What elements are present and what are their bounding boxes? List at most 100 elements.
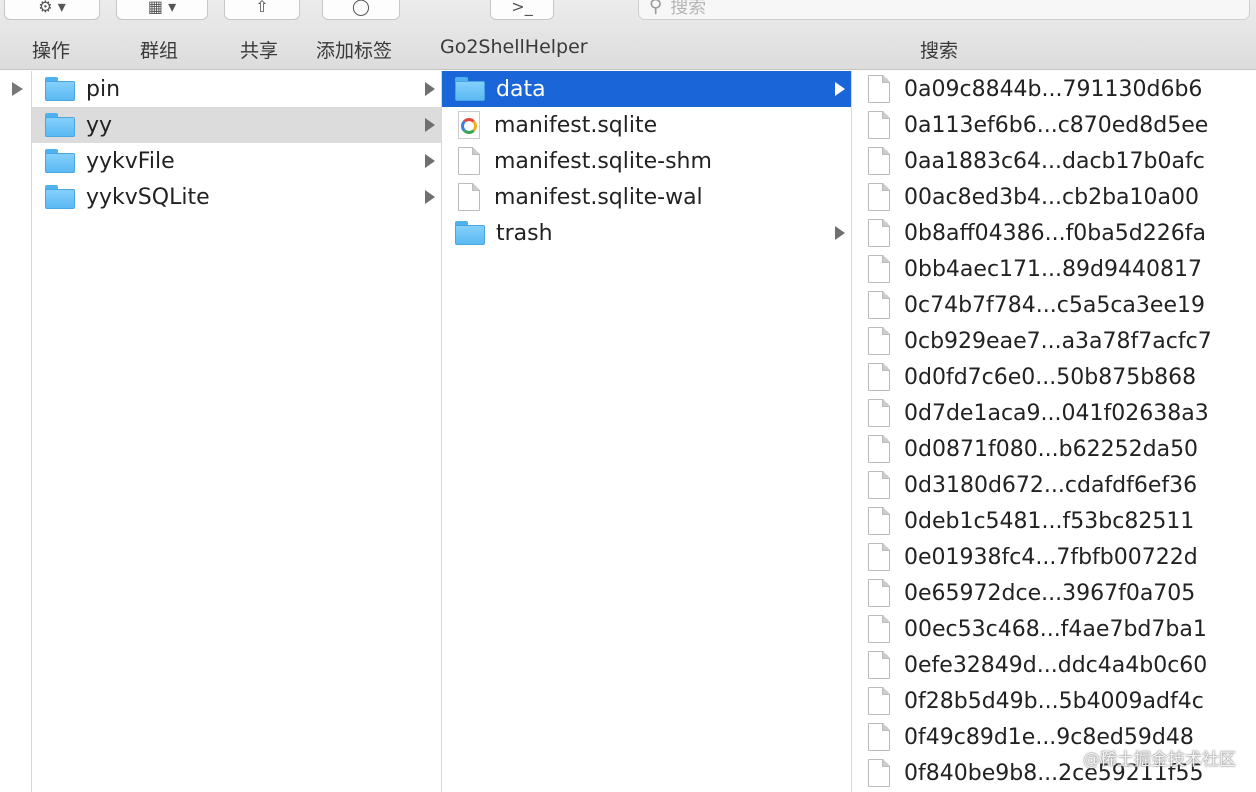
item-name: 0e01938fc4...7fbfb00722d — [904, 544, 1198, 570]
item-name: manifest.sqlite-shm — [494, 148, 712, 174]
list-item[interactable]: pin — [32, 71, 441, 107]
document-icon — [868, 219, 890, 247]
document-icon — [868, 111, 890, 139]
column-3: 0a09c8844b...791130d6b6 0a113ef6b6...c87… — [852, 71, 1256, 792]
search-label: 搜索 — [920, 40, 959, 62]
document-icon — [458, 183, 480, 211]
search-field[interactable]: ⚲ 搜索 — [638, 0, 1250, 20]
gear-icon: ⚙ ▾ — [38, 0, 66, 16]
document-icon — [868, 723, 890, 751]
list-item[interactable]: trash — [442, 215, 851, 251]
list-item[interactable]: 0e65972dce...3967f0a705 — [852, 575, 1256, 611]
list-item[interactable]: manifest.sqlite — [442, 107, 851, 143]
document-icon — [868, 399, 890, 427]
document-icon — [868, 759, 890, 787]
share-icon: ⇧ — [255, 0, 269, 16]
document-icon — [868, 579, 890, 607]
document-icon — [868, 687, 890, 715]
list-item[interactable]: 0a09c8844b...791130d6b6 — [852, 71, 1256, 107]
list-item[interactable]: 0d3180d672...cdafdf6ef36 — [852, 467, 1256, 503]
chevron-right-icon — [425, 82, 435, 96]
folder-icon — [44, 113, 76, 137]
add-tag-button[interactable]: ◯ — [322, 0, 400, 20]
list-item[interactable]: yy — [32, 107, 441, 143]
folder-icon — [44, 185, 76, 209]
search-icon: ⚲ — [649, 0, 663, 17]
item-name: 0b8aff04386...f0ba5d226fa — [904, 220, 1206, 246]
chevron-right-icon — [425, 118, 435, 132]
item-name: 0d0871f080...b62252da50 — [904, 436, 1199, 462]
item-name: manifest.sqlite-wal — [494, 184, 703, 210]
document-icon — [868, 75, 890, 103]
list-item[interactable]: 0cb929eae7...a3a78f7acfc7 — [852, 323, 1256, 359]
list-item[interactable]: 0d0871f080...b62252da50 — [852, 431, 1256, 467]
grid-icon: ▦ ▾ — [147, 0, 177, 16]
item-name: 0c74b7f784...c5a5ca3ee19 — [904, 292, 1205, 318]
list-item[interactable]: manifest.sqlite-shm — [442, 143, 851, 179]
add-tag-label: 添加标签 — [316, 40, 393, 62]
chevron-right-icon — [835, 82, 845, 96]
group-label: 群组 — [140, 40, 179, 62]
share-label: 共享 — [240, 40, 279, 62]
list-item[interactable]: 0e01938fc4...7fbfb00722d — [852, 539, 1256, 575]
folder-icon — [44, 77, 76, 101]
document-icon — [868, 471, 890, 499]
list-item[interactable]: 0b8aff04386...f0ba5d226fa — [852, 215, 1256, 251]
share-button[interactable]: ⇧ — [224, 0, 300, 20]
item-name: 0e65972dce...3967f0a705 — [904, 580, 1196, 606]
item-name: data — [496, 76, 546, 102]
list-item[interactable]: 0bb4aec171...89d9440817 — [852, 251, 1256, 287]
item-name: yykvFile — [86, 148, 175, 174]
document-icon — [868, 255, 890, 283]
sqlite-file-icon — [458, 111, 480, 139]
list-item[interactable]: 0aa1883c64...dacb17b0afc — [852, 143, 1256, 179]
list-item[interactable]: manifest.sqlite-wal — [442, 179, 851, 215]
list-item[interactable]: 0f28b5d49b...5b4009adf4c — [852, 683, 1256, 719]
document-icon — [868, 327, 890, 355]
list-item[interactable]: 0d7de1aca9...041f02638a3 — [852, 395, 1256, 431]
document-icon — [868, 507, 890, 535]
list-item[interactable]: 00ac8ed3b4...cb2ba10a00 — [852, 179, 1256, 215]
folder-icon — [44, 149, 76, 173]
chevron-right-icon — [835, 226, 845, 240]
list-item[interactable]: 0deb1c5481...f53bc82511 — [852, 503, 1256, 539]
go2shell-label: Go2ShellHelper — [440, 36, 588, 58]
item-name: yykvSQLite — [86, 184, 210, 210]
item-name: yy — [86, 112, 113, 138]
item-name: 0d0fd7c6e0...50b875b868 — [904, 364, 1197, 390]
document-icon — [458, 147, 480, 175]
folder-icon — [454, 77, 486, 101]
document-icon — [868, 435, 890, 463]
item-name: 0d7de1aca9...041f02638a3 — [904, 400, 1209, 426]
document-icon — [868, 651, 890, 679]
document-icon — [868, 147, 890, 175]
search-placeholder: 搜索 — [670, 0, 707, 18]
chevron-right-icon — [425, 154, 435, 168]
list-item[interactable]: 0c74b7f784...c5a5ca3ee19 — [852, 287, 1256, 323]
document-icon — [868, 615, 890, 643]
document-icon — [868, 183, 890, 211]
item-name: 0d3180d672...cdafdf6ef36 — [904, 472, 1198, 498]
list-item[interactable]: 00ec53c468...f4ae7bd7ba1 — [852, 611, 1256, 647]
tag-icon: ◯ — [352, 0, 370, 16]
item-name: 0f28b5d49b...5b4009adf4c — [904, 688, 1204, 714]
folder-icon — [454, 221, 486, 245]
column-2: data manifest.sqlite manifest.sqlite-shm… — [442, 71, 852, 792]
watermark: @稀土掘金技术社区 — [1083, 750, 1236, 770]
list-item[interactable]: 0efe32849d...ddc4a4b0c60 — [852, 647, 1256, 683]
disclosure-triangle-icon[interactable] — [12, 82, 23, 96]
list-item[interactable]: data — [442, 71, 851, 107]
item-name: pin — [86, 76, 121, 102]
document-icon — [868, 291, 890, 319]
item-name: 0bb4aec171...89d9440817 — [904, 256, 1202, 282]
list-item[interactable]: yykvFile — [32, 143, 441, 179]
go2shell-button[interactable]: >_ — [490, 0, 554, 20]
item-name: 0cb929eae7...a3a78f7acfc7 — [904, 328, 1212, 354]
list-item[interactable]: 0d0fd7c6e0...50b875b868 — [852, 359, 1256, 395]
item-name: 00ec53c468...f4ae7bd7ba1 — [904, 616, 1207, 642]
action-button[interactable]: ⚙ ▾ — [4, 0, 100, 20]
group-button[interactable]: ▦ ▾ — [116, 0, 208, 20]
action-label: 操作 — [32, 40, 71, 62]
list-item[interactable]: yykvSQLite — [32, 179, 441, 215]
list-item[interactable]: 0a113ef6b6...c870ed8d5ee — [852, 107, 1256, 143]
